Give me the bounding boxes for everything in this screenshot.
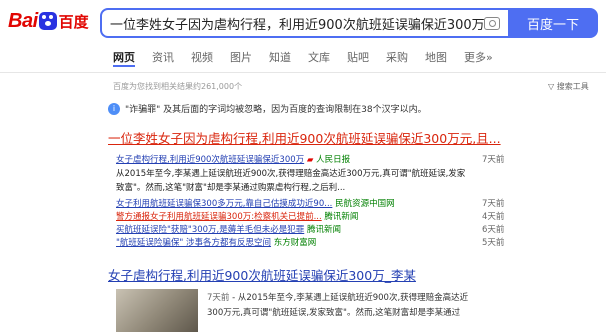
search-button[interactable]: 百度一下 xyxy=(508,8,598,38)
logo-bai: Bai xyxy=(8,9,38,32)
search-tabs: 网页 资讯 视频 图片 知道 文库 贴吧 采购 地图 更多» xyxy=(113,49,510,67)
news-source: 腾讯新闻 xyxy=(306,225,341,235)
tab-tieba[interactable]: 贴吧 xyxy=(347,49,369,67)
info-icon: i xyxy=(108,102,120,115)
news-row: 女子虐构行程,利用近900次航班延误骗保近300万 ▰ 人民日报 7天前 xyxy=(116,153,504,165)
news-row: 警方通报女子利用航班延误骗300万:检察机关已提前... 腾讯新闻 4天前 xyxy=(116,210,504,222)
news-link[interactable]: 警方通报女子利用航班延误骗300万:检察机关已提前... xyxy=(116,212,322,222)
camera-icon[interactable] xyxy=(484,16,500,30)
search-box[interactable] xyxy=(100,8,508,38)
tab-video[interactable]: 视频 xyxy=(191,49,213,67)
result2-thumbnail[interactable] xyxy=(116,289,198,332)
result1-title[interactable]: 一位李姓女子因为虐构行程,利用近900次航班延误骗保近300万元,且... xyxy=(108,128,501,147)
news-row: 买航班延误险"获赔"300万,是薅羊毛但未必是犯罪 腾讯新闻 6天前 xyxy=(116,223,504,235)
news-source: 民航资源中国网 xyxy=(335,199,395,209)
news-source: ▰ 人民日报 xyxy=(306,155,351,165)
news-time: 4天前 xyxy=(482,212,505,222)
logo-cn: 百度 xyxy=(58,12,89,31)
news-link[interactable]: 女子虐构行程,利用近900次航班延误骗保近300万 xyxy=(116,155,304,165)
search-tools-label: 搜索工具 xyxy=(556,82,589,91)
news-time: 7天前 xyxy=(482,199,505,209)
result2-snippet-line1: 7天前 - 从2015年至今,李某遇上延误航班近900次,获得理赔金高达近 xyxy=(207,293,469,303)
tab-images[interactable]: 图片 xyxy=(230,49,252,67)
baidu-logo[interactable]: Bai 百度 xyxy=(8,8,90,34)
news-row: 女子利用航班延误骗保300多万元,靠自己估摸成功近90... 民航资源中国网 7… xyxy=(116,197,504,209)
tab-purchase[interactable]: 采购 xyxy=(386,49,408,67)
tab-news[interactable]: 资讯 xyxy=(152,49,174,67)
news-time: 5天前 xyxy=(482,238,505,248)
tab-web[interactable]: 网页 xyxy=(113,49,135,67)
news-snippet-line1: 从2015年至今,李某遇上延误航班近900次,获得理赔金高达近300万元,真可谓… xyxy=(116,169,466,179)
paw-icon xyxy=(38,12,57,30)
news-source: 东方财富网 xyxy=(273,238,317,248)
news-link[interactable]: "航班延误险骗保" 涉事各方都有反思空间 xyxy=(116,238,271,248)
tab-map[interactable]: 地图 xyxy=(425,49,447,67)
news-time: 7天前 xyxy=(482,155,505,165)
tab-wenku[interactable]: 文库 xyxy=(308,49,330,67)
news-link[interactable]: 买航班延误险"获赔"300万,是薅羊毛但未必是犯罪 xyxy=(116,225,304,235)
query-notice: i "诈骗罪" 及其后面的字词均被忽略，因为百度的查询限制在38个汉字以内。 xyxy=(108,102,427,115)
search-tools[interactable]: ▽ 搜索工具 xyxy=(548,81,589,92)
paper-icon: ▰ xyxy=(306,155,314,165)
news-link[interactable]: 女子利用航班延误骗保300多万元,靠自己估摸成功近90... xyxy=(116,199,332,209)
result2-snippet-line2: 300万元,真可谓"航班延误,发家致富"。然而,这笔财富却是李某通过 xyxy=(207,308,461,318)
result-count: 百度为您找到相关结果约261,000个 xyxy=(113,82,243,91)
tab-more[interactable]: 更多» xyxy=(464,49,493,67)
search-input[interactable] xyxy=(110,15,484,31)
notice-text: "诈骗罪" 及其后面的字词均被忽略，因为百度的查询限制在38个汉字以内。 xyxy=(125,105,427,115)
result2-date: 7天前 xyxy=(207,293,230,303)
tab-zhidao[interactable]: 知道 xyxy=(269,49,291,67)
news-source: 腾讯新闻 xyxy=(324,212,359,222)
news-time: 6天前 xyxy=(482,225,505,235)
news-row: "航班延误险骗保" 涉事各方都有反思空间 东方财富网 5天前 xyxy=(116,236,504,248)
header-divider xyxy=(0,72,606,73)
result2-title[interactable]: 女子虐构行程,利用近900次航班延误骗保近300万_李某 xyxy=(108,265,416,284)
news-snippet-line2: 致富"。然而,这笔"财富"却是李某通过购票虐构行程,之后利... xyxy=(116,183,346,193)
